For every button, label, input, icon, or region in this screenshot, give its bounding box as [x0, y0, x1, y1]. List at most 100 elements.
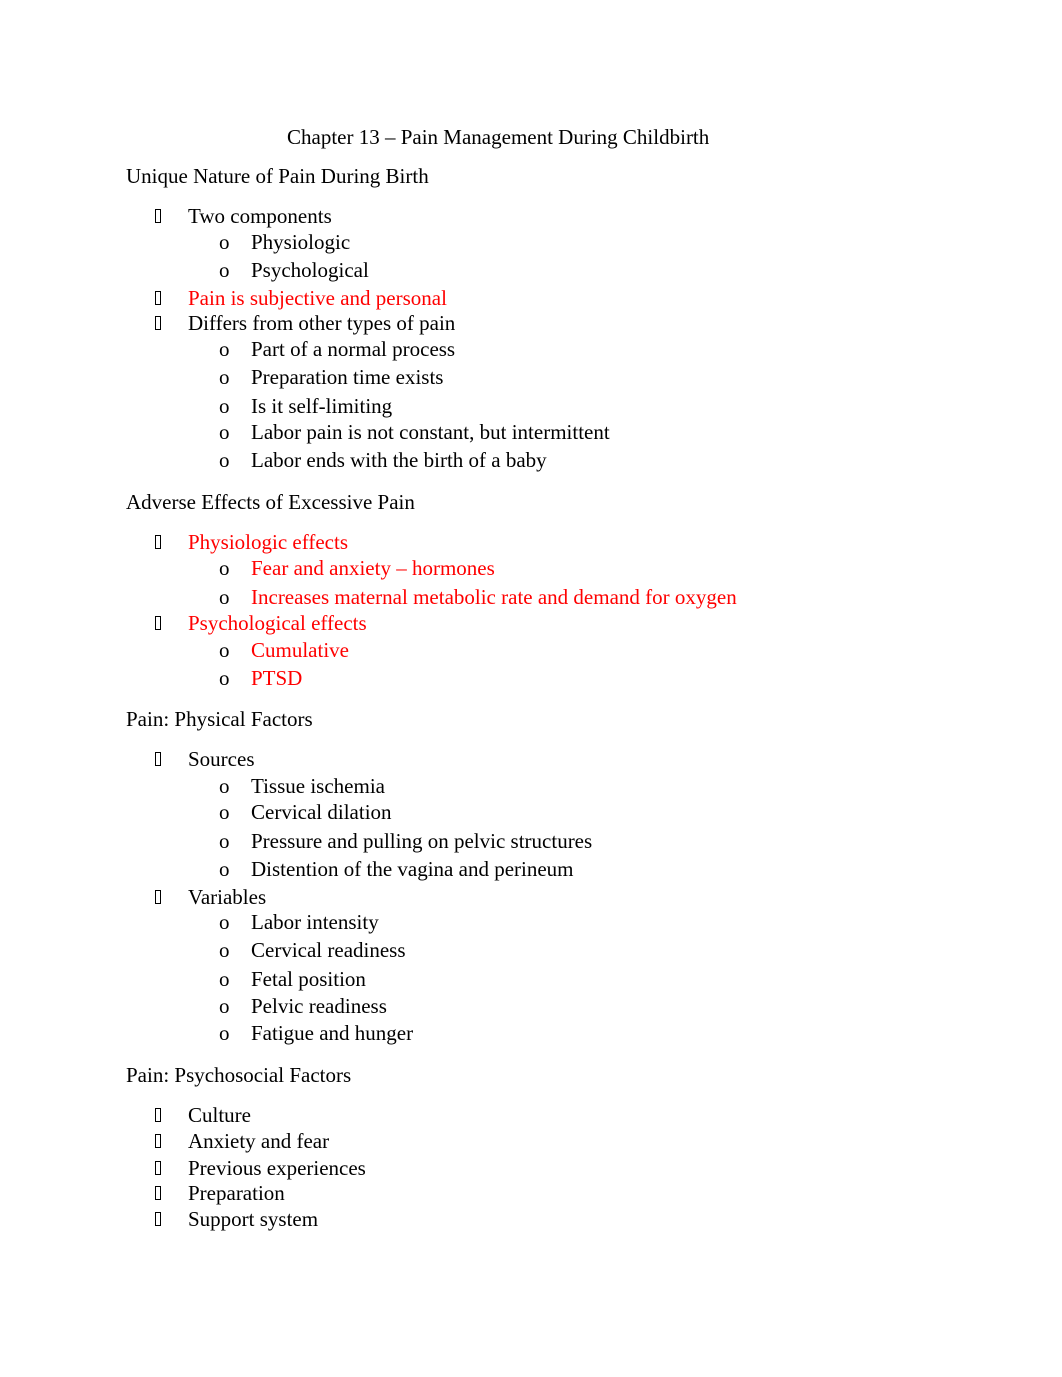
- list-item-text: Previous experiences: [188, 1156, 366, 1180]
- sub-list-item: o Distention of the vagina and perineum: [0, 857, 1062, 881]
- sub-bullet-icon: o: [219, 857, 230, 881]
- sub-list-item: o Physiologic: [0, 230, 1062, 254]
- list-item-text: Support system: [188, 1207, 319, 1231]
- sub-bullet-icon: o: [219, 829, 230, 853]
- sub-list-item: o Fear and anxiety – hormones: [0, 556, 1062, 580]
- sub-list-item-text: Cervical dilation: [251, 800, 392, 824]
- list-item: Physiologic effects: [0, 530, 1062, 554]
- bullet-icon: [155, 611, 165, 635]
- sub-list-item: o Pelvic readiness: [0, 994, 1062, 1018]
- sub-list-item-text: Labor intensity: [251, 910, 379, 934]
- sub-list-item-text: Pressure and pulling on pelvic structure…: [251, 829, 593, 853]
- document-title: Chapter 13 – Pain Management During Chil…: [287, 125, 710, 149]
- sub-bullet-icon: o: [219, 967, 230, 991]
- bullet-icon: [155, 885, 165, 909]
- sub-list-item: o Cervical readiness: [0, 938, 1062, 962]
- sub-bullet-icon: o: [219, 938, 230, 962]
- bullet-icon: [155, 1181, 165, 1205]
- bullet-icon: [155, 1156, 165, 1180]
- sub-list-item-text: Tissue ischemia: [251, 774, 385, 798]
- sub-list-item: o Tissue ischemia: [0, 774, 1062, 798]
- sub-list-item-text: Cervical readiness: [251, 938, 406, 962]
- sub-list-item: o Fetal position: [0, 967, 1062, 991]
- sub-bullet-icon: o: [219, 585, 230, 609]
- sub-list-item-text: Fear and anxiety – hormones: [251, 556, 495, 580]
- sub-bullet-icon: o: [219, 394, 230, 418]
- sub-list-item-text: Pelvic readiness: [251, 994, 387, 1018]
- sub-list-item: o Labor ends with the birth of a baby: [0, 448, 1062, 472]
- sub-bullet-icon: o: [219, 420, 230, 444]
- sub-list-item-text: Part of a normal process: [251, 337, 456, 361]
- list-item-text: Variables: [188, 885, 267, 909]
- sub-bullet-icon: o: [219, 910, 230, 934]
- sub-bullet-icon: o: [219, 774, 230, 798]
- section-heading: Pain: Physical Factors: [126, 707, 313, 731]
- sub-bullet-icon: o: [219, 448, 230, 472]
- sub-bullet-icon: o: [219, 666, 230, 690]
- sub-list-item-text: Preparation time exists: [251, 365, 444, 389]
- section-heading: Unique Nature of Pain During Birth: [126, 164, 429, 188]
- sub-list-item-text: Is it self-limiting: [251, 394, 393, 418]
- bullet-icon: [155, 530, 165, 554]
- sub-list-item-text: Physiologic: [251, 230, 351, 254]
- list-item: Anxiety and fear: [0, 1129, 1062, 1153]
- sub-list-item-text: Fetal position: [251, 967, 366, 991]
- list-item-text: Anxiety and fear: [188, 1129, 330, 1153]
- sub-bullet-icon: o: [219, 258, 230, 282]
- bullet-icon: [155, 747, 165, 771]
- sub-list-item: o Preparation time exists: [0, 365, 1062, 389]
- list-item: Support system: [0, 1207, 1062, 1231]
- sub-list-item: o Cervical dilation: [0, 800, 1062, 824]
- sub-list-item: o Cumulative: [0, 638, 1062, 662]
- sub-list-item-text: Labor pain is not constant, but intermit…: [251, 420, 610, 444]
- sub-bullet-icon: o: [219, 638, 230, 662]
- list-item-text: Sources: [188, 747, 255, 771]
- bullet-icon: [155, 286, 165, 310]
- sub-bullet-icon: o: [219, 230, 230, 254]
- sub-bullet-icon: o: [219, 556, 230, 580]
- section-heading: Adverse Effects of Excessive Pain: [126, 490, 415, 514]
- bullet-icon: [155, 1103, 165, 1127]
- sub-bullet-icon: o: [219, 800, 230, 824]
- bullet-icon: [155, 1129, 165, 1153]
- sub-list-item-text: Labor ends with the birth of a baby: [251, 448, 547, 472]
- list-item: Sources: [0, 747, 1062, 771]
- sub-list-item-text: Cumulative: [251, 638, 349, 662]
- list-item-text: Culture: [188, 1103, 251, 1127]
- sub-bullet-icon: o: [219, 365, 230, 389]
- list-item-text: Two components: [188, 204, 332, 228]
- bullet-icon: [155, 204, 165, 228]
- list-item: Variables: [0, 885, 1062, 909]
- sub-list-item-text: Fatigue and hunger: [251, 1021, 414, 1045]
- sub-bullet-icon: o: [219, 994, 230, 1018]
- list-item-text: Pain is subjective and personal: [188, 286, 447, 310]
- list-item: Preparation: [0, 1181, 1062, 1205]
- list-item: Differs from other types of pain: [0, 311, 1062, 335]
- sub-list-item-text: Psychological: [251, 258, 369, 282]
- list-item: Two components: [0, 204, 1062, 228]
- sub-list-item-text: Increases maternal metabolic rate and de…: [251, 585, 737, 609]
- sub-list-item: o Increases maternal metabolic rate and d…: [0, 585, 1062, 609]
- list-item: Pain is subjective and personal: [0, 286, 1062, 310]
- section-heading: Pain: Psychosocial Factors: [126, 1063, 352, 1087]
- list-item-text: Differs from other types of pain: [188, 311, 456, 335]
- list-item: Previous experiences: [0, 1156, 1062, 1180]
- sub-list-item: o Part of a normal process: [0, 337, 1062, 361]
- sub-list-item: o Labor intensity: [0, 910, 1062, 934]
- sub-list-item-text: Distention of the vagina and perineum: [251, 857, 574, 881]
- list-item: Psychological effects: [0, 611, 1062, 635]
- sub-bullet-icon: o: [219, 337, 230, 361]
- sub-list-item-text: PTSD: [251, 666, 303, 690]
- sub-list-item: o Fatigue and hunger: [0, 1021, 1062, 1045]
- list-item-text: Physiologic effects: [188, 530, 349, 554]
- list-item-text: Preparation: [188, 1181, 285, 1205]
- sub-list-item: o Pressure and pulling on pelvic structur…: [0, 829, 1062, 853]
- sub-bullet-icon: o: [219, 1021, 230, 1045]
- bullet-icon: [155, 1207, 165, 1231]
- sub-list-item: o Labor pain is not constant, but intermi…: [0, 420, 1062, 444]
- sub-list-item: o PTSD: [0, 666, 1062, 690]
- list-item-text: Psychological effects: [188, 611, 367, 635]
- bullet-icon: [155, 311, 165, 335]
- sub-list-item: o Psychological: [0, 258, 1062, 282]
- sub-list-item: o Is it self-limiting: [0, 394, 1062, 418]
